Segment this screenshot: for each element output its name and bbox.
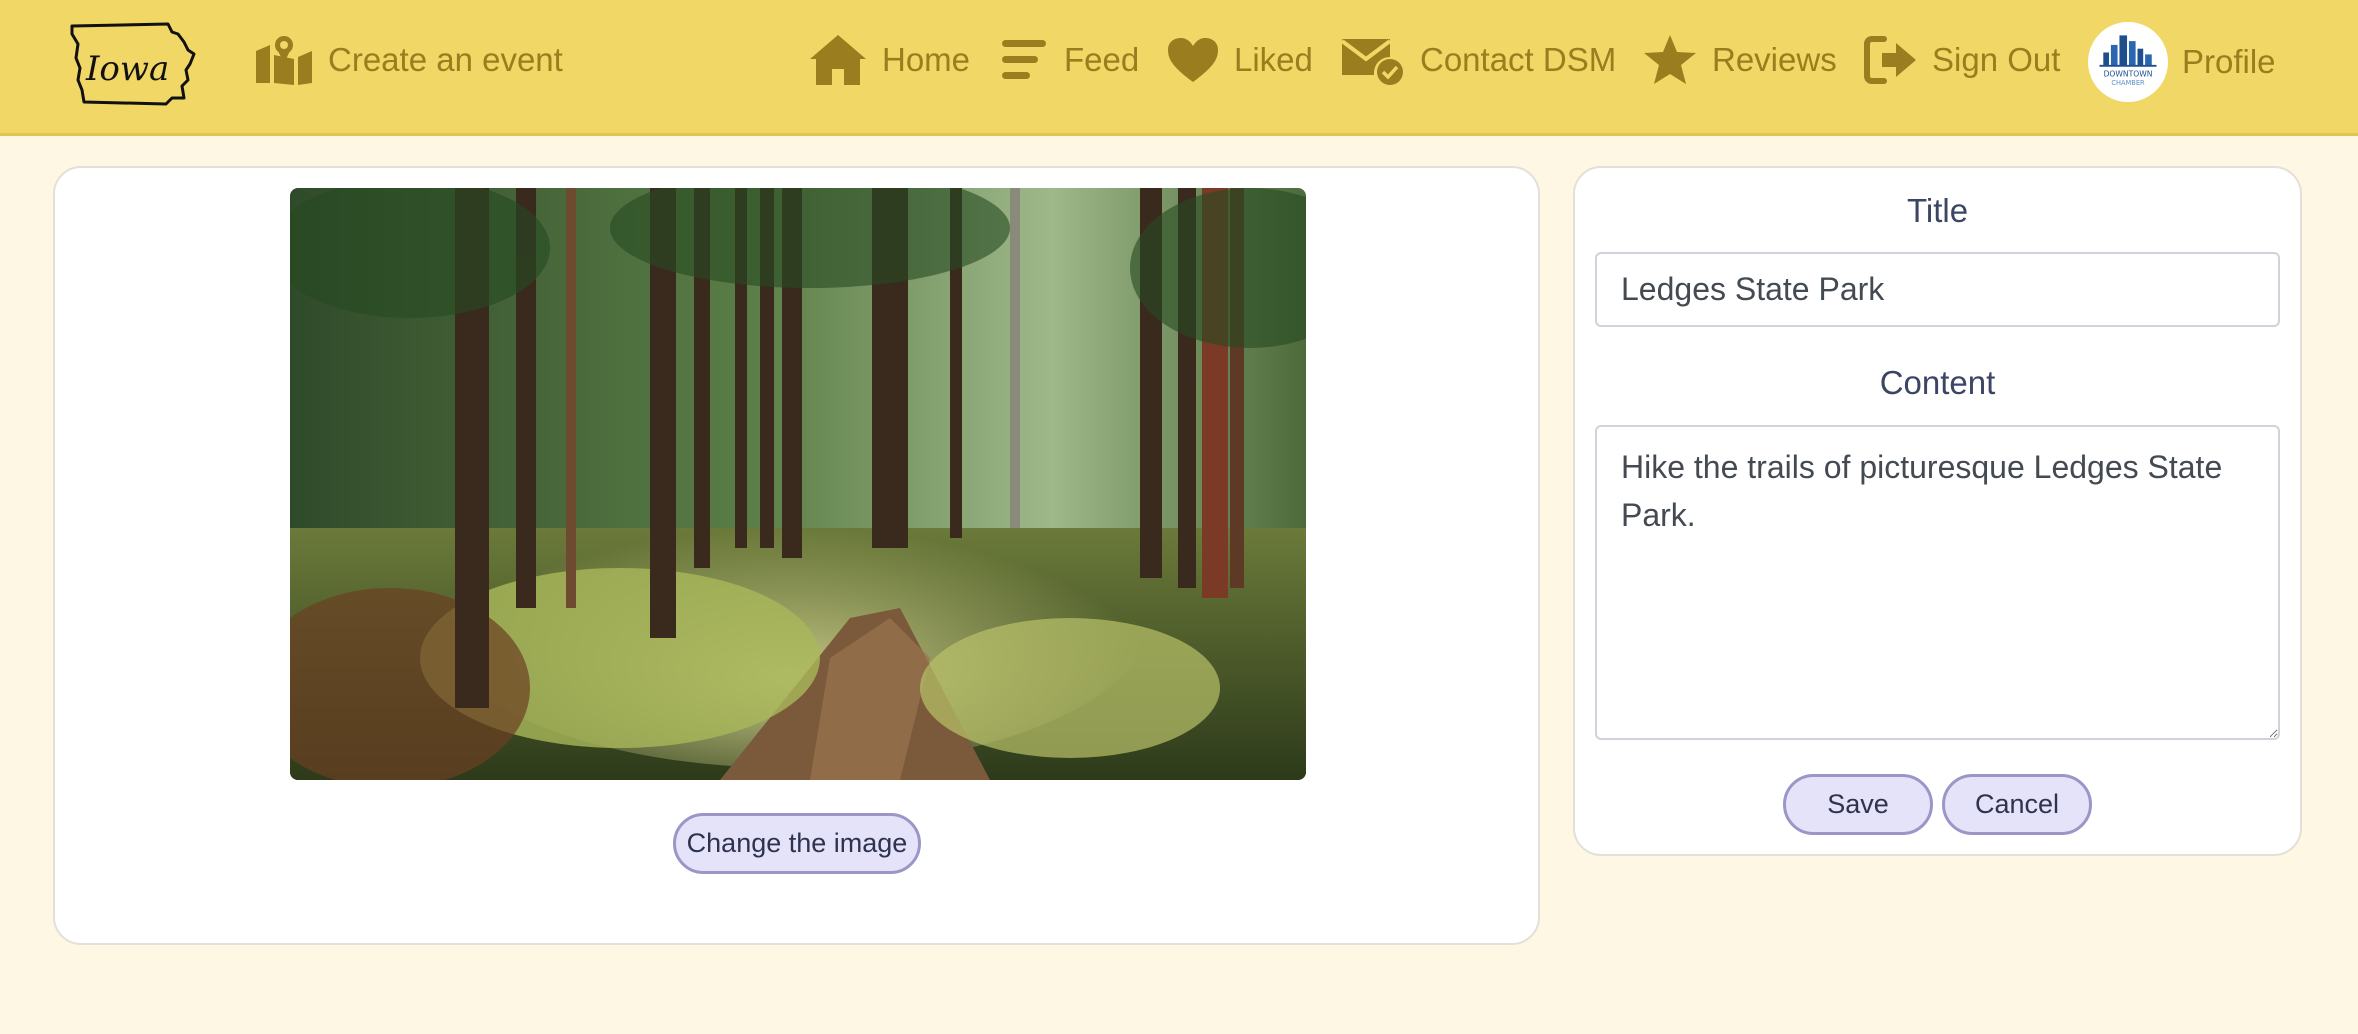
star-icon bbox=[1644, 35, 1696, 84]
avatar: DOWNTOWN CHAMBER bbox=[2088, 22, 2168, 102]
nav-feed[interactable]: Feed bbox=[1000, 30, 1139, 90]
iowa-logo[interactable]: Iowa bbox=[68, 20, 198, 106]
title-label: Title bbox=[1906, 192, 1969, 229]
iowa-state-outline-icon: Iowa bbox=[70, 22, 196, 106]
nav-reviews-label: Reviews bbox=[1712, 41, 1837, 78]
nav-profile-label: Profile bbox=[2182, 43, 2276, 80]
feed-lines-icon bbox=[1002, 40, 1046, 79]
nav-reviews[interactable]: Reviews bbox=[1642, 30, 1837, 90]
forest-trail-photo bbox=[290, 188, 1306, 780]
home-icon bbox=[810, 35, 866, 85]
nav-feed-label: Feed bbox=[1064, 41, 1140, 78]
title-input[interactable]: Ledges State Park bbox=[1595, 252, 2280, 327]
nav-sign-out-label: Sign Out bbox=[1932, 41, 2061, 78]
nav-create-event[interactable]: Create an event bbox=[254, 30, 563, 90]
map-marker-icon bbox=[256, 36, 312, 85]
nav-sign-out[interactable]: Sign Out bbox=[1864, 30, 2060, 90]
top-navbar: Iowa Create an event Home Feed Liked Con… bbox=[0, 0, 2358, 136]
avatar-text-2: CHAMBER bbox=[2111, 79, 2145, 87]
change-image-button[interactable]: Change the image bbox=[673, 813, 921, 874]
nav-profile[interactable]: DOWNTOWN CHAMBER Profile bbox=[2088, 22, 2276, 102]
nav-create-event-label: Create an event bbox=[328, 41, 563, 78]
nav-contact[interactable]: Contact DSM bbox=[1340, 30, 1616, 90]
edit-form-card: Title Ledges State Park Content Hike the… bbox=[1573, 166, 2302, 856]
heart-icon bbox=[1168, 38, 1218, 82]
envelope-check-icon bbox=[1340, 39, 1403, 85]
nav-home[interactable]: Home bbox=[808, 30, 970, 90]
image-card: Change the image bbox=[53, 166, 1540, 945]
nav-contact-label: Contact DSM bbox=[1420, 41, 1617, 78]
avatar-text-1: DOWNTOWN bbox=[2104, 69, 2153, 78]
nav-liked[interactable]: Liked bbox=[1166, 30, 1313, 90]
brand-text: Iowa bbox=[85, 49, 169, 89]
nav-liked-label: Liked bbox=[1234, 41, 1313, 78]
cancel-button[interactable]: Cancel bbox=[1942, 774, 2092, 835]
content-textarea[interactable]: Hike the trails of picturesque Ledges St… bbox=[1595, 425, 2280, 740]
content-label: Content bbox=[1879, 364, 1996, 401]
nav-home-label: Home bbox=[882, 41, 971, 78]
sign-out-icon bbox=[1864, 36, 1916, 84]
save-button[interactable]: Save bbox=[1783, 774, 1933, 835]
